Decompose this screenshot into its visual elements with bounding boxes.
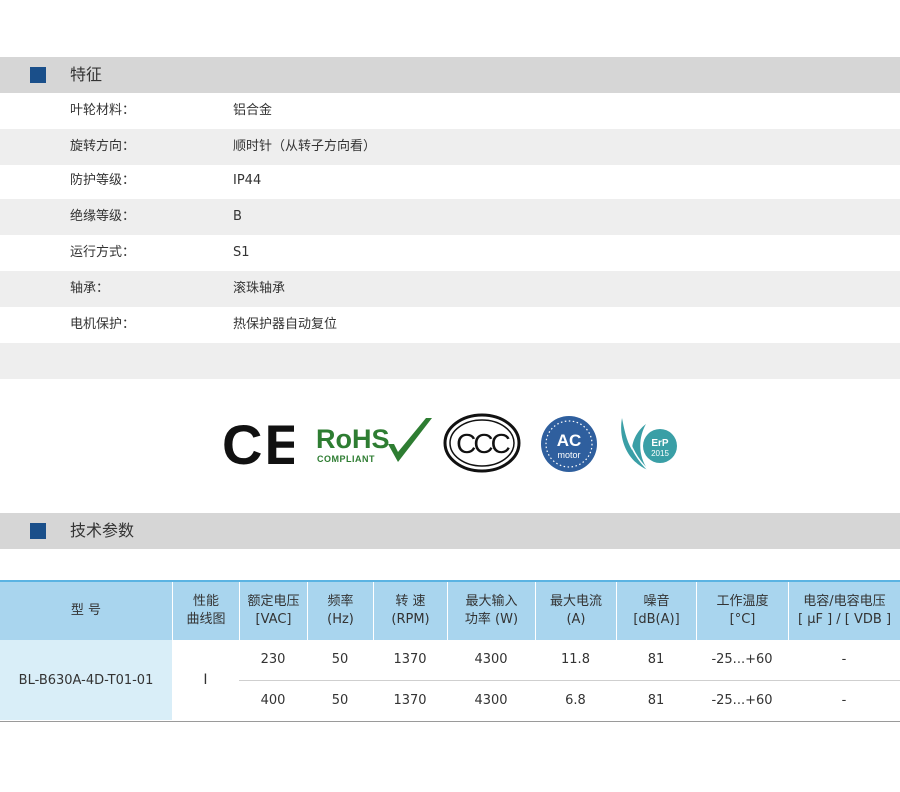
header-temperature: 工作温度 [°C]: [696, 582, 788, 640]
feature-value: 滚珠轴承: [233, 281, 286, 296]
header-text: [°C]: [729, 612, 756, 627]
header-text: (Hz): [327, 612, 354, 627]
feature-value: S1: [233, 245, 250, 260]
header-text: (RPM): [391, 612, 430, 627]
cell-frequency: 50: [331, 693, 349, 708]
cell-voltage: 230: [260, 652, 286, 667]
erp-2015-icon: ErP 2015: [621, 418, 677, 471]
feature-label: 防护等级：: [70, 173, 136, 188]
feature-row: 叶轮材料： 铝合金: [0, 93, 900, 129]
feature-row: 运行方式： S1: [0, 235, 900, 271]
header-text: 噪音: [643, 594, 670, 609]
cell-power: 4300: [474, 693, 508, 708]
feature-row: 绝缘等级： B: [0, 199, 900, 235]
curve-cell: I: [203, 672, 208, 688]
header-text: (A): [566, 612, 586, 627]
feature-row: 旋转方向： 顺时针（从转子方向看）: [0, 129, 900, 165]
header-text: 功率 (W): [464, 612, 519, 627]
table-bottom-rule: [0, 721, 900, 722]
ac-motor-text: motor: [557, 450, 580, 460]
header-frequency: 频率 (Hz): [307, 582, 373, 640]
feature-label: 旋转方向：: [70, 139, 136, 154]
table-row: 230 50 1370 4300 11.8 81 -25...+60 -: [239, 640, 900, 681]
header-capacitor: 电容/电容电压 [ μF ] / [ VDB ]: [788, 582, 900, 640]
header-text: 性能: [192, 594, 219, 609]
feature-value: 热保护器自动复位: [233, 317, 338, 332]
feature-value: 顺时针（从转子方向看）: [233, 139, 377, 154]
feature-label: 叶轮材料：: [70, 103, 136, 118]
parameters-heading: 技术参数: [70, 521, 135, 540]
cell-temperature: -25...+60: [711, 693, 773, 708]
checkmark-icon: [388, 418, 432, 462]
feature-row: 防护等级： IP44: [0, 163, 900, 199]
header-speed: 转 速 (RPM): [373, 582, 447, 640]
ccc-mark-icon: CCC: [443, 413, 521, 473]
cell-temperature: -25...+60: [711, 652, 773, 667]
cell-speed: 1370: [393, 652, 427, 667]
header-curve: 性能 曲线图: [172, 582, 239, 640]
header-text: [ μF ] / [ VDB ]: [797, 612, 892, 627]
feature-value: IP44: [233, 173, 262, 188]
cell-capacitor: -: [841, 652, 847, 667]
header-text: 电容/电容电压: [803, 594, 886, 609]
cell-capacitor: -: [841, 693, 847, 708]
cell-noise: 81: [647, 652, 665, 667]
parameters-section-header: 技术参数: [0, 513, 900, 549]
rohs-compliant-icon: RoHS COMPLIANT: [316, 418, 432, 464]
cell-current: 6.8: [565, 693, 586, 708]
feature-label: 绝缘等级：: [70, 209, 136, 224]
header-model: 型 号: [0, 582, 172, 640]
feature-label: 轴承：: [70, 281, 110, 296]
header-text: 最大电流: [549, 594, 602, 609]
header-text: [dB(A)]: [633, 612, 680, 627]
section-square-icon: [30, 523, 46, 539]
header-text: 转 速: [395, 594, 426, 609]
cell-noise: 81: [647, 693, 665, 708]
header-voltage: 额定电压 [VAC]: [239, 582, 307, 640]
section-square-icon: [30, 67, 46, 83]
cell-frequency: 50: [331, 652, 349, 667]
feature-value: B: [233, 209, 242, 224]
rohs-compliant-text: COMPLIANT: [317, 454, 375, 464]
cell-current: 11.8: [561, 652, 590, 667]
feature-row-empty: [0, 343, 900, 379]
ce-mark-icon: CE: [222, 418, 294, 470]
ac-text: AC: [557, 431, 582, 450]
header-noise: 噪音 [dB(A)]: [616, 582, 696, 640]
feature-label: 电机保护：: [70, 317, 136, 332]
header-text: 工作温度: [716, 594, 769, 609]
feature-label: 运行方式：: [70, 245, 136, 260]
feature-value: 铝合金: [233, 103, 273, 118]
table-row: 400 50 1370 4300 6.8 81 -25...+60 -: [239, 681, 900, 721]
ac-motor-icon: AC motor: [541, 416, 597, 472]
features-section-header: 特征: [0, 57, 900, 93]
header-text: [VAC]: [255, 612, 292, 627]
header-power: 最大输入 功率 (W): [447, 582, 535, 640]
feature-row: 轴承： 滚珠轴承: [0, 271, 900, 307]
header-text: 曲线图: [186, 612, 226, 627]
erp-text: ErP: [651, 438, 669, 449]
header-current: 最大电流 (A): [535, 582, 616, 640]
ce-text: CE: [222, 418, 294, 470]
header-text: 型 号: [70, 603, 102, 618]
cell-power: 4300: [474, 652, 508, 667]
features-heading: 特征: [70, 65, 103, 84]
table-header-row: 型 号 性能 曲线图 额定电压 [VAC] 频率 (Hz) 转 速 (RPM) …: [0, 580, 900, 640]
header-text: 频率: [327, 594, 354, 609]
cell-speed: 1370: [393, 693, 427, 708]
header-text: 额定电压: [247, 594, 300, 609]
header-text: 最大输入: [465, 594, 518, 609]
ccc-text: CCC: [456, 428, 510, 459]
cell-voltage: 400: [260, 693, 286, 708]
erp-year-text: 2015: [651, 449, 669, 458]
feature-row: 电机保护： 热保护器自动复位: [0, 307, 900, 343]
rohs-text: RoHS: [316, 424, 390, 454]
model-cell: BL-B630A-4D-T01-01: [0, 640, 172, 720]
